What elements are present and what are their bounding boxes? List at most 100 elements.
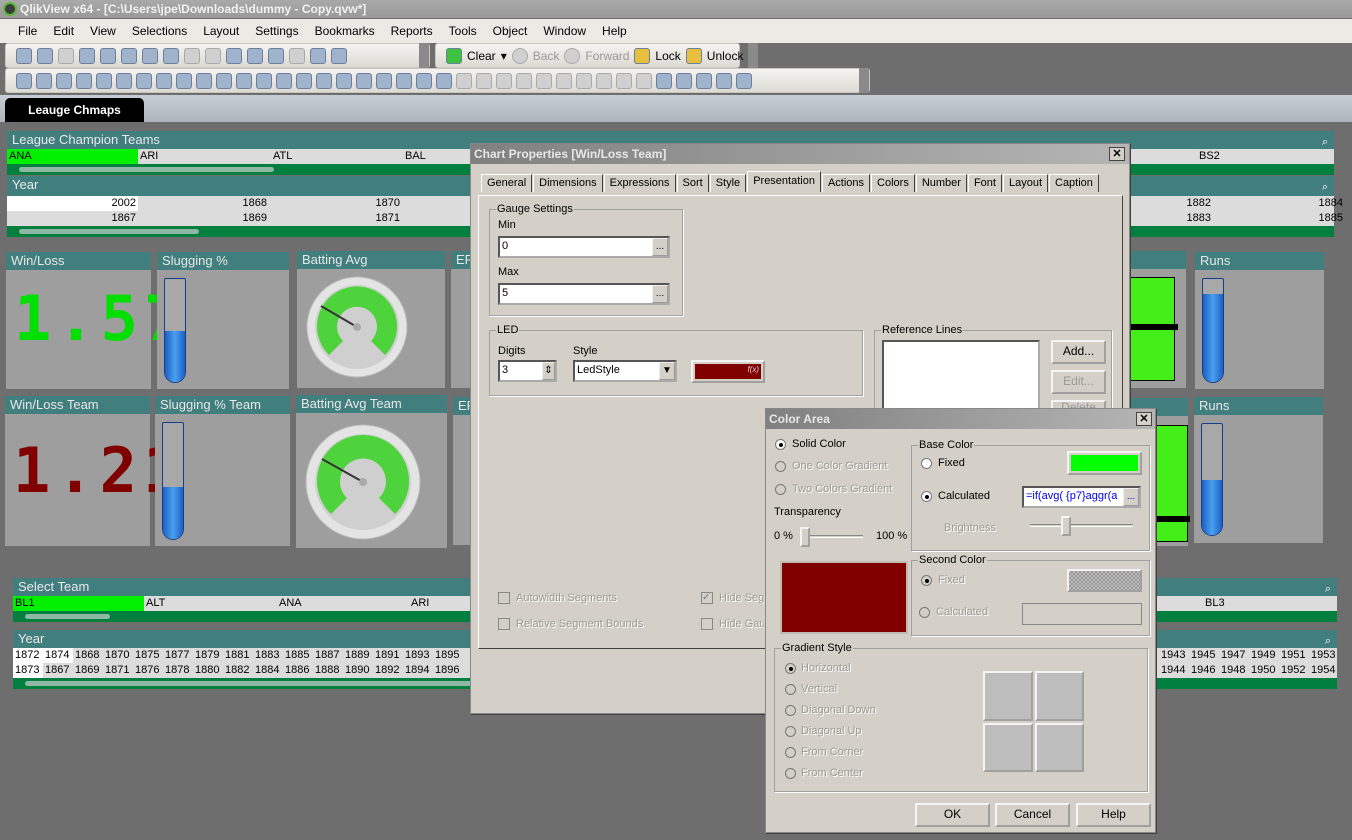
- menu-selections[interactable]: Selections: [132, 24, 187, 38]
- user-icon[interactable]: [656, 72, 672, 89]
- second-calculated-input[interactable]: [1022, 603, 1142, 625]
- ok-button[interactable]: OK: [915, 803, 990, 827]
- listbox-item[interactable]: 1954: [1309, 663, 1339, 678]
- slugging-thermometer[interactable]: Slugging %: [157, 252, 289, 389]
- brightness-slider[interactable]: [1030, 524, 1133, 527]
- gradient-diagonal-up-radio[interactable]: [785, 726, 796, 737]
- scrollbar-thumb[interactable]: [19, 229, 199, 234]
- toolbar-overflow-button[interactable]: [859, 68, 869, 93]
- listbox-item[interactable]: 1886: [283, 663, 313, 678]
- listbox-item[interactable]: 1871: [271, 211, 402, 226]
- gradient-diagonal-down-radio[interactable]: [785, 705, 796, 716]
- table-box-icon[interactable]: [136, 72, 152, 89]
- reference-lines-list[interactable]: [882, 340, 1040, 415]
- center-vertical-icon[interactable]: [536, 72, 552, 89]
- align-left-icon[interactable]: [456, 72, 472, 89]
- gradient-vertical-radio[interactable]: [785, 684, 796, 695]
- input-box-icon[interactable]: [196, 72, 212, 89]
- listbox-item[interactable]: 1943: [1159, 648, 1189, 663]
- listbox-item[interactable]: 1895: [433, 648, 463, 663]
- second-calculated-radio[interactable]: [919, 607, 930, 618]
- new-sheet-icon[interactable]: [16, 72, 32, 89]
- quick-chart-icon[interactable]: [396, 72, 412, 89]
- listbox-item[interactable]: 1891: [373, 648, 403, 663]
- listbox-item[interactable]: ANA: [277, 596, 408, 611]
- listbox-item[interactable]: 1950: [1249, 663, 1279, 678]
- min-input[interactable]: 0...: [498, 236, 670, 258]
- button-icon[interactable]: [236, 72, 252, 89]
- gradient-from-corner-radio[interactable]: [785, 747, 796, 758]
- menu-help[interactable]: Help: [602, 24, 627, 38]
- multibox-icon[interactable]: [156, 72, 172, 89]
- gradient-variant-4[interactable]: [1034, 722, 1084, 772]
- open-icon[interactable]: [37, 47, 53, 64]
- batting-avg-gauge[interactable]: Batting Avg: [297, 251, 445, 388]
- space-horizontal-icon[interactable]: [596, 72, 612, 89]
- slugging-team-thermometer[interactable]: Slugging % Team: [155, 396, 290, 546]
- listbox-item[interactable]: 1948: [1219, 663, 1249, 678]
- menu-bookmarks[interactable]: Bookmarks: [315, 24, 375, 38]
- tab-style[interactable]: Style: [709, 174, 747, 192]
- forward-button[interactable]: Forward: [585, 49, 629, 63]
- text-object-icon[interactable]: [256, 72, 272, 89]
- reload-data-icon[interactable]: [142, 47, 158, 64]
- listbox-item[interactable]: 1881: [223, 648, 253, 663]
- menu-tools[interactable]: Tools: [449, 24, 477, 38]
- two-colors-gradient-radio[interactable]: [775, 484, 786, 495]
- tab-layout[interactable]: Layout: [1002, 174, 1048, 192]
- listbox-item[interactable]: 1885: [283, 648, 313, 663]
- led-style-select[interactable]: LedStyle ▼: [573, 360, 677, 382]
- clear-dropdown-icon[interactable]: ▾: [501, 49, 507, 63]
- edit-icon[interactable]: [289, 47, 305, 64]
- format-painter-icon[interactable]: [416, 72, 432, 89]
- led-color-button[interactable]: f(x): [691, 360, 765, 383]
- reload-icon[interactable]: [58, 47, 74, 64]
- sheet-properties-icon[interactable]: [76, 72, 92, 89]
- search-icon[interactable]: [205, 47, 221, 64]
- demote-sheet-icon[interactable]: [56, 72, 72, 89]
- listbox-item[interactable]: 1879: [193, 648, 223, 663]
- listbox-item[interactable]: 1889: [343, 648, 373, 663]
- listbox-item[interactable]: 1951: [1279, 648, 1309, 663]
- listbox-item[interactable]: 1893: [403, 648, 433, 663]
- menu-edit[interactable]: Edit: [53, 24, 74, 38]
- transparency-slider[interactable]: [801, 535, 863, 538]
- listbox-item[interactable]: 1885: [1214, 211, 1345, 226]
- menu-view[interactable]: View: [90, 24, 116, 38]
- hide-segment-checkbox[interactable]: ✓: [701, 592, 713, 604]
- listbox-item[interactable]: 1878: [163, 663, 193, 678]
- relative-bounds-checkbox[interactable]: [498, 618, 510, 630]
- listbox-item[interactable]: BS2: [1197, 149, 1328, 164]
- network-icon[interactable]: [716, 72, 732, 89]
- search-icon[interactable]: ⌕: [1322, 178, 1328, 196]
- listbox-item[interactable]: 1869: [73, 663, 103, 678]
- tab-sort[interactable]: Sort: [676, 174, 709, 192]
- space-vertical-icon[interactable]: [576, 72, 592, 89]
- listbox-item[interactable]: 1944: [1159, 663, 1189, 678]
- second-fixed-radio[interactable]: [921, 575, 932, 586]
- listbox-item[interactable]: ALT: [144, 596, 275, 611]
- tab-dimensions[interactable]: Dimensions: [533, 174, 603, 192]
- sheet-object-properties-icon[interactable]: [676, 72, 692, 89]
- listbox-item[interactable]: 1880: [193, 663, 223, 678]
- tab-presentation[interactable]: Presentation: [747, 171, 821, 192]
- snap-grid-icon[interactable]: [436, 72, 452, 89]
- help-icon[interactable]: [310, 47, 326, 64]
- bookmark-star-icon[interactable]: [268, 47, 284, 64]
- listbox-item[interactable]: 1867: [7, 211, 138, 226]
- gradient-variant-1[interactable]: [983, 671, 1033, 721]
- listbox-item[interactable]: BL1: [13, 596, 144, 611]
- tab-font[interactable]: Font: [967, 174, 1002, 192]
- redo-icon[interactable]: [184, 47, 200, 64]
- align-bottom-icon[interactable]: [516, 72, 532, 89]
- listbox-item[interactable]: 1945: [1189, 648, 1219, 663]
- listbox-icon[interactable]: [96, 72, 112, 89]
- runs-team-thermometer[interactable]: Runs: [1194, 397, 1323, 543]
- listbox-item[interactable]: 1875: [133, 648, 163, 663]
- listbox-item[interactable]: 1953: [1309, 648, 1339, 663]
- new-icon[interactable]: [16, 47, 32, 64]
- back-button[interactable]: Back: [533, 49, 560, 63]
- listbox-item[interactable]: 1884: [1214, 196, 1345, 211]
- clear-button[interactable]: Clear: [467, 49, 496, 63]
- web-view-icon[interactable]: [736, 72, 752, 89]
